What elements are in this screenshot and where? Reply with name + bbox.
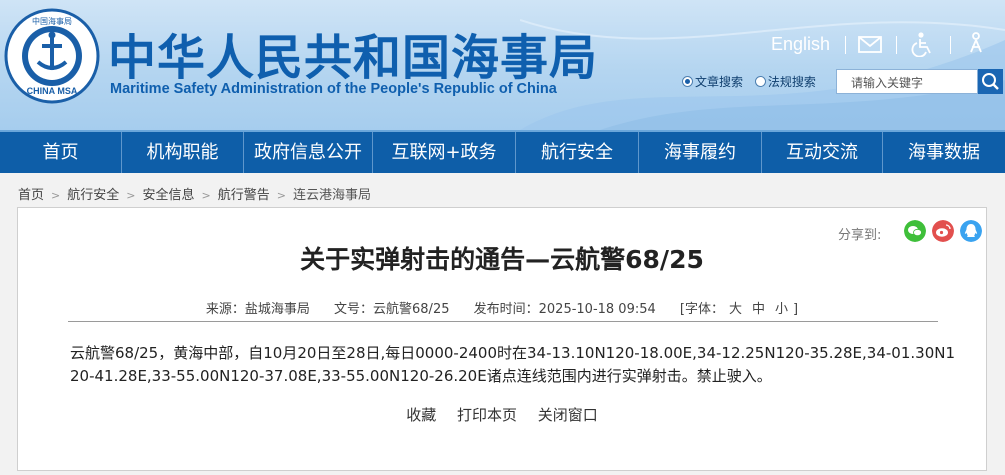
accessibility-icon[interactable] [909, 31, 935, 57]
font-size-large[interactable]: 大 [729, 302, 742, 317]
chevron-right-icon: > [51, 189, 61, 202]
svg-text:中国海事局: 中国海事局 [32, 16, 72, 26]
search-scope-options: 文章搜索 法规搜索 [682, 73, 824, 90]
mail-icon[interactable] [857, 31, 883, 57]
nav-item-compliance[interactable]: 海事履约 [639, 132, 762, 173]
article-doc-number: 文号：云航警68/25 [334, 302, 450, 317]
chevron-right-icon: > [126, 189, 136, 202]
font-size-label: [字体： [679, 302, 724, 317]
radio-unchecked-icon[interactable] [754, 76, 766, 87]
chevron-right-icon: > [201, 189, 211, 202]
breadcrumb-nav-safety[interactable]: 航行安全 [67, 188, 119, 203]
article-panel: 分享到: 关于实弹射击的通告—云航警68/25 来源：盐城海事局 文号：云航警6… [17, 207, 987, 471]
search-scope-law-label: 法规搜索 [767, 75, 816, 89]
font-size-medium[interactable]: 中 [752, 302, 765, 317]
article-body: 云航警68/25，黄海中部，自10月20日至28日,每日0000-2400时在3… [70, 344, 956, 385]
font-size-end: ] [793, 302, 799, 317]
divider [68, 321, 938, 322]
nav-item-gov-info[interactable]: 政府信息公开 [244, 132, 373, 173]
qq-share-icon[interactable] [960, 220, 982, 242]
article-source: 来源：盐城海事局 [205, 302, 310, 317]
site-title-en: Maritime Safety Administration of the Pe… [110, 81, 557, 97]
nav-item-home[interactable]: 首页 [0, 132, 122, 173]
breadcrumb-current[interactable]: 连云港海事局 [293, 188, 371, 203]
search-scope-law[interactable]: 法规搜索 [754, 73, 816, 90]
breadcrumb-safety-info[interactable]: 安全信息 [142, 188, 194, 203]
elder-mode-icon[interactable] [963, 31, 989, 57]
print-button[interactable]: 打印本页 [457, 406, 517, 424]
main-nav: 首页 机构职能 政府信息公开 互联网+政务 航行安全 海事履约 互动交流 海事数… [0, 130, 1005, 173]
font-size-small[interactable]: 小 [775, 302, 788, 317]
nav-item-internet-gov[interactable]: 互联网+政务 [373, 132, 516, 173]
search-input[interactable]: 请输入关键字 [836, 69, 978, 94]
radio-checked-icon[interactable] [682, 76, 693, 87]
article-actions: 收藏 打印本页 关闭窗口 [18, 404, 986, 425]
weibo-share-icon[interactable] [932, 220, 954, 242]
search-scope-article-label: 文章搜索 [695, 75, 744, 89]
breadcrumb-warnings[interactable]: 航行警告 [218, 188, 270, 203]
article-publish-time: 发布时间：2025-10-18 09:54 [473, 302, 656, 317]
header-separator [896, 36, 897, 54]
close-window-button[interactable]: 关闭窗口 [538, 406, 598, 424]
search-scope-article[interactable]: 文章搜索 [682, 73, 743, 90]
article-meta: 来源：盐城海事局 文号：云航警68/25 发布时间：2025-10-18 09:… [18, 298, 986, 317]
english-link[interactable]: English [771, 34, 830, 55]
header-separator [845, 36, 846, 54]
chevron-right-icon: > [276, 189, 286, 202]
site-header: CHINA MSA 中国海事局 中华人民共和国海事局 Maritime Safe… [0, 0, 1005, 130]
site-title-cn: 中华人民共和国海事局 [108, 30, 599, 86]
breadcrumb-home[interactable]: 首页 [18, 188, 44, 203]
nav-item-data[interactable]: 海事数据 [883, 132, 1005, 173]
nav-item-functions[interactable]: 机构职能 [122, 132, 244, 173]
article-title: 关于实弹射击的通告—云航警68/25 [300, 245, 704, 274]
font-size-switcher: [字体： 大中小] [680, 302, 798, 317]
nav-item-interaction[interactable]: 互动交流 [762, 132, 883, 173]
favorite-button[interactable]: 收藏 [406, 406, 436, 424]
search-button[interactable] [978, 69, 1003, 94]
msa-logo[interactable]: CHINA MSA 中国海事局 [4, 8, 100, 104]
header-separator [950, 36, 951, 54]
breadcrumb: 首页 > 航行安全 > 安全信息 > 航行警告 > 连云港海事局 [18, 184, 371, 203]
svg-text:CHINA MSA: CHINA MSA [27, 86, 78, 96]
wechat-share-icon[interactable] [904, 220, 926, 242]
nav-item-nav-safety[interactable]: 航行安全 [516, 132, 639, 173]
